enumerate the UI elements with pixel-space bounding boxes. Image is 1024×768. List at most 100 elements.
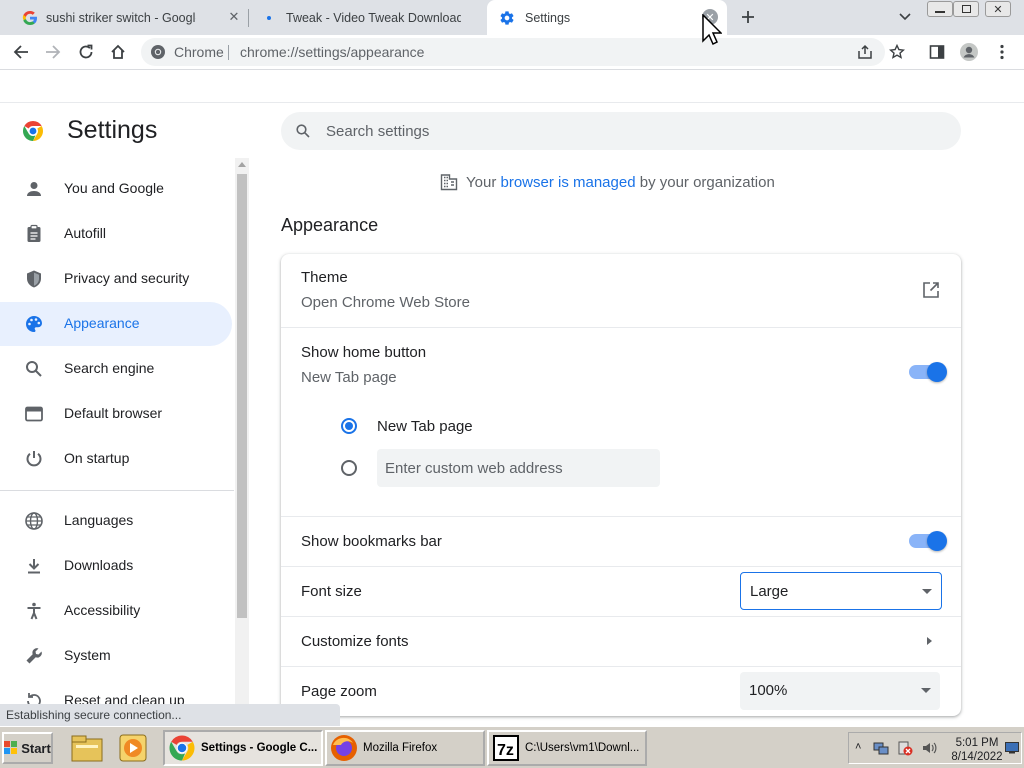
nav-item-you-and-google[interactable]: You and Google	[0, 167, 232, 211]
chrome-logo-icon	[21, 119, 45, 143]
search-placeholder: Search settings	[326, 123, 430, 140]
side-panel-icon	[929, 45, 945, 59]
toggle-knob	[927, 362, 947, 382]
page-zoom-select[interactable]: 100%	[740, 672, 940, 710]
scrollbar-thumb[interactable]	[237, 174, 247, 618]
media-player-icon[interactable]	[118, 733, 148, 763]
nav-item-system[interactable]: System	[0, 634, 232, 678]
taskbar-item-label: Mozilla Firefox	[363, 742, 438, 754]
wrench-icon	[24, 646, 44, 666]
chevron-down-icon	[921, 688, 931, 693]
taskbar: Start Settings - Google C... Mozilla Fir…	[0, 726, 1024, 768]
browser-toolbar: Chrome chrome://settings/appearance	[0, 35, 1024, 69]
taskbar-item-chrome[interactable]: Settings - Google C...	[163, 730, 323, 766]
taskbar-item-firefox[interactable]: Mozilla Firefox	[325, 730, 485, 766]
back-button[interactable]	[8, 39, 34, 65]
share-icon[interactable]	[857, 44, 873, 60]
forward-button[interactable]	[40, 39, 66, 65]
home-button-label: Show home button	[301, 344, 427, 361]
font-size-select[interactable]: Large	[740, 572, 942, 610]
nav-item-downloads[interactable]: Downloads	[0, 544, 232, 588]
forward-arrow-icon	[46, 45, 61, 59]
customize-fonts-row[interactable]: Customize fonts	[281, 617, 961, 666]
nav-item-default-browser[interactable]: Default browser	[0, 392, 232, 436]
customize-fonts-label: Customize fonts	[301, 633, 409, 650]
nav-label: On startup	[64, 450, 130, 466]
bookmarks-bar-toggle[interactable]	[909, 531, 947, 551]
tab-search-button[interactable]	[892, 4, 918, 30]
close-window-button[interactable]: ✕	[985, 1, 1011, 17]
globe-icon	[24, 511, 44, 531]
taskbar-item-label: Settings - Google C...	[201, 742, 318, 754]
show-desktop-icon[interactable]	[1005, 742, 1019, 754]
reload-button[interactable]	[73, 39, 99, 65]
nav-item-search-engine[interactable]: Search engine	[0, 347, 232, 391]
theme-row[interactable]: Theme Open Chrome Web Store	[281, 254, 961, 327]
appearance-card: Theme Open Chrome Web Store Show home bu…	[281, 254, 961, 716]
nav-item-appearance[interactable]: Appearance	[0, 302, 232, 346]
plus-icon	[742, 11, 754, 23]
minimize-button[interactable]	[927, 1, 953, 17]
new-tab-button[interactable]	[735, 4, 761, 30]
tab-title: Tweak - Video Tweak Downloads	[286, 10, 461, 25]
side-panel-button[interactable]	[924, 39, 950, 65]
managed-text-suffix: by your organization	[635, 173, 775, 191]
chevron-up-icon[interactable]: ˄	[855, 741, 861, 753]
home-button[interactable]	[105, 39, 131, 65]
home-button-sub: New Tab page	[301, 369, 397, 386]
new-tab-radio-label[interactable]: New Tab page	[377, 418, 473, 435]
tab-google-search[interactable]: sushi striker switch - Google Search ✕	[8, 0, 246, 35]
chevron-right-icon	[927, 637, 932, 645]
nav-label: Accessibility	[64, 602, 141, 618]
accessibility-icon	[24, 601, 44, 621]
toggle-knob	[927, 531, 947, 551]
tab-settings[interactable]: Settings ✕	[487, 0, 727, 35]
nav-item-accessibility[interactable]: Accessibility	[0, 589, 232, 633]
bookmark-star-button[interactable]	[884, 39, 910, 65]
page-title: Settings	[67, 116, 158, 144]
chevron-down-icon	[899, 13, 911, 21]
google-g-icon	[22, 10, 38, 26]
theme-label: Theme	[301, 269, 348, 286]
maximize-button[interactable]	[953, 1, 979, 17]
start-button[interactable]: Start	[2, 732, 53, 764]
avatar-icon	[960, 43, 978, 61]
menu-button[interactable]	[989, 39, 1015, 65]
kebab-menu-icon	[1000, 44, 1004, 60]
security-alert-icon[interactable]	[897, 740, 913, 756]
search-settings-input[interactable]: Search settings	[281, 112, 961, 150]
chrome-logo-icon[interactable]	[150, 44, 166, 60]
nav-item-privacy-and-security[interactable]: Privacy and security	[0, 257, 232, 301]
firefox-icon	[329, 733, 359, 763]
close-icon[interactable]: ✕	[226, 9, 242, 25]
taskbar-item-7zip[interactable]: 7z C:\Users\vm1\Downl...	[487, 730, 647, 766]
nav-item-languages[interactable]: Languages	[0, 499, 232, 543]
network-icon[interactable]	[873, 740, 889, 756]
scroll-up-arrow[interactable]	[238, 162, 246, 167]
profile-button[interactable]	[956, 39, 982, 65]
header-divider	[0, 102, 1024, 103]
nav-label: Appearance	[64, 315, 140, 331]
tab-tweak[interactable]: Tweak - Video Tweak Downloads ✕	[250, 0, 503, 35]
site-label: Chrome	[174, 44, 224, 60]
managed-link[interactable]: browser is managed	[500, 174, 635, 191]
power-icon	[24, 449, 44, 469]
sidebar-scrollbar[interactable]	[235, 158, 249, 726]
browser-window-icon	[24, 404, 44, 424]
building-icon	[440, 173, 458, 191]
external-link-icon[interactable]	[922, 281, 940, 299]
explorer-icon[interactable]	[70, 733, 104, 763]
custom-address-radio[interactable]	[341, 460, 357, 476]
custom-address-input[interactable]	[377, 449, 660, 487]
chrome-logo-icon	[167, 733, 197, 763]
volume-icon[interactable]	[921, 740, 937, 756]
url-text[interactable]: chrome://settings/appearance	[240, 44, 424, 60]
nav-item-on-startup[interactable]: On startup	[0, 437, 232, 481]
home-button-toggle[interactable]	[909, 362, 947, 382]
new-tab-radio[interactable]	[341, 418, 357, 434]
nav-item-autofill[interactable]: Autofill	[0, 212, 232, 256]
tab-strip: sushi striker switch - Google Search ✕ T…	[0, 0, 1024, 35]
clock[interactable]: 5:01 PM 8/14/2022	[949, 736, 1005, 764]
windows-logo-icon	[4, 741, 18, 755]
address-bar[interactable]: Chrome chrome://settings/appearance	[141, 38, 885, 66]
